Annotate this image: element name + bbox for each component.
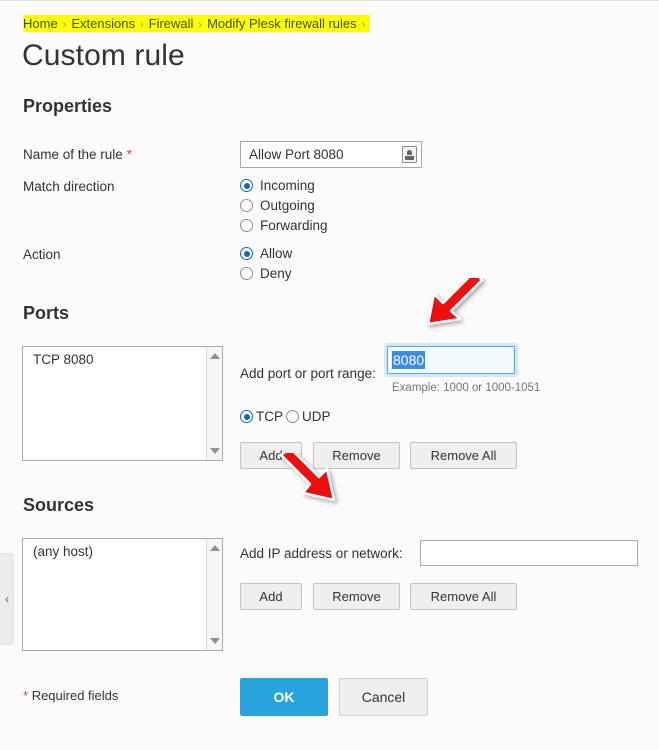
- breadcrumb-item-modify-plesk-firewall-rules[interactable]: Modify Plesk firewall rules: [207, 16, 357, 31]
- ip-address-input[interactable]: [420, 540, 638, 566]
- section-title-sources: Sources: [23, 495, 95, 515]
- radio-icon-selected: [240, 179, 253, 192]
- ports-listbox[interactable]: TCP 8080: [22, 346, 223, 461]
- breadcrumb-separator: ›: [198, 19, 203, 31]
- section-title-properties: Properties: [23, 96, 113, 116]
- radio-action-allow[interactable]: Allow: [240, 246, 292, 261]
- required-asterisk: *: [23, 688, 29, 703]
- ports-remove-button[interactable]: Remove: [313, 442, 400, 469]
- page-title: Custom rule: [22, 39, 185, 72]
- radio-match-direction-forwarding[interactable]: Forwarding: [240, 218, 328, 233]
- sidebar-collapse-handle[interactable]: ‹: [0, 553, 14, 645]
- radio-label: Allow: [260, 246, 293, 261]
- add-ip-label: Add IP address or network:: [240, 546, 403, 561]
- radio-icon: [240, 219, 253, 232]
- list-item[interactable]: (any host): [23, 539, 222, 559]
- radio-match-direction-outgoing[interactable]: Outgoing: [240, 198, 315, 213]
- sources-listbox[interactable]: (any host): [22, 538, 223, 651]
- rule-name-label: Name of the rule *: [23, 147, 132, 162]
- ok-button[interactable]: OK: [240, 678, 328, 716]
- sources-remove-button[interactable]: Remove: [313, 583, 400, 610]
- breadcrumb-item-extensions[interactable]: Extensions: [71, 16, 135, 31]
- section-title-ports: Ports: [23, 303, 70, 323]
- radio-label: UDP: [302, 409, 331, 424]
- match-direction-label: Match direction: [23, 179, 115, 194]
- port-input-wrapper: 8080: [387, 346, 515, 374]
- radio-label: Deny: [260, 266, 292, 281]
- radio-protocol-udp[interactable]: UDP: [286, 409, 331, 424]
- rule-name-input[interactable]: [240, 141, 422, 168]
- add-port-label: Add port or port range:: [240, 366, 376, 381]
- custom-rule-page: ‹ Home › Extensions › Firewall › Modify Plesk …: [0, 0, 659, 750]
- ports-listbox-scrollbar[interactable]: [206, 347, 222, 460]
- ports-add-button[interactable]: Add: [240, 442, 302, 469]
- breadcrumb-item-home[interactable]: Home: [23, 16, 58, 31]
- breadcrumb: Home › Extensions › Firewall › Modify Plesk fi…: [23, 15, 371, 34]
- radio-icon: [286, 410, 299, 423]
- scroll-down-arrow-icon[interactable]: [210, 638, 220, 644]
- breadcrumb-separator-trailing: ›: [361, 19, 366, 31]
- radio-label: Forwarding: [260, 218, 328, 233]
- radio-label: Outgoing: [260, 198, 315, 213]
- radio-icon-selected: [240, 247, 253, 260]
- sources-listbox-scrollbar[interactable]: [206, 539, 222, 650]
- scroll-up-arrow-icon[interactable]: [210, 545, 220, 551]
- ports-remove-all-button[interactable]: Remove All: [410, 442, 517, 469]
- sources-add-button[interactable]: Add: [240, 583, 302, 610]
- chevron-left-icon: ‹: [5, 592, 9, 606]
- radio-icon: [240, 267, 253, 280]
- scroll-up-arrow-icon[interactable]: [210, 353, 220, 359]
- radio-label: Incoming: [260, 178, 315, 193]
- list-item[interactable]: TCP 8080: [23, 347, 222, 367]
- port-input[interactable]: 8080: [387, 346, 515, 374]
- radio-protocol-tcp[interactable]: TCP: [240, 409, 283, 424]
- radio-icon-selected: [240, 410, 253, 423]
- action-label: Action: [23, 247, 61, 262]
- breadcrumb-separator: ›: [62, 19, 67, 31]
- sources-remove-all-button[interactable]: Remove All: [410, 583, 517, 610]
- required-fields-note: * Required fields: [23, 688, 119, 703]
- scroll-down-arrow-icon[interactable]: [210, 448, 220, 454]
- autofill-icon[interactable]: [402, 146, 417, 163]
- radio-icon: [240, 199, 253, 212]
- radio-label: TCP: [256, 409, 283, 424]
- required-asterisk: *: [126, 147, 132, 162]
- radio-action-deny[interactable]: Deny: [240, 266, 292, 281]
- cancel-button[interactable]: Cancel: [339, 678, 428, 716]
- breadcrumb-separator: ›: [139, 19, 144, 31]
- port-input-selected-text: 8080: [392, 351, 426, 369]
- breadcrumb-item-firewall[interactable]: Firewall: [149, 16, 194, 31]
- rule-name-field-wrapper: [240, 141, 422, 168]
- radio-match-direction-incoming[interactable]: Incoming: [240, 178, 315, 193]
- port-input-hint: Example: 1000 or 1000-1051: [392, 382, 541, 394]
